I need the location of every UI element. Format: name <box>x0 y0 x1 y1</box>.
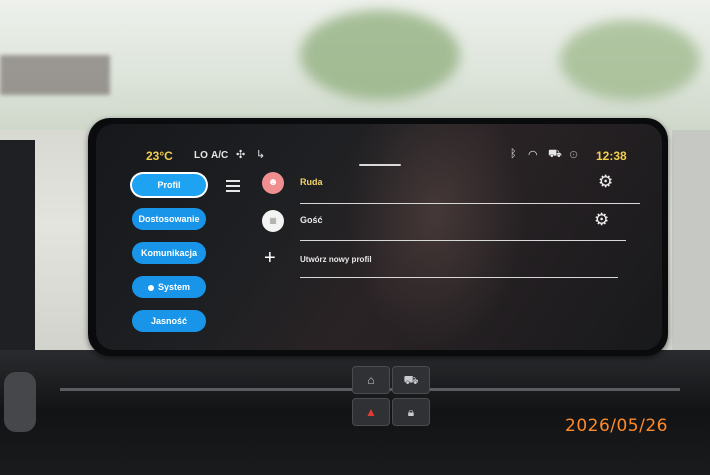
sidebar-item-komunikacja[interactable]: Komunikacja <box>132 242 206 264</box>
background-building <box>0 55 110 95</box>
plus-icon: + <box>264 247 276 269</box>
car-icon[interactable]: ⛟ <box>392 366 430 394</box>
infotainment-screen: 23°C LO A/C ✣ ↳ ᛒ ◠ ⛟ ⊙ 12:38 Profil Dos… <box>96 124 662 350</box>
lock-icon[interactable]: 🔒︎ <box>392 398 430 426</box>
sidebar-item-dostosowanie[interactable]: Dostosowanie <box>132 208 206 230</box>
settings-sidebar: Profil Dostosowanie Komunikacja System J… <box>132 168 212 350</box>
fan-mode-label[interactable]: LO <box>194 150 208 161</box>
profile-name: Ruda <box>300 177 323 187</box>
background-foliage <box>560 20 700 100</box>
system-indicator-icon <box>147 284 154 291</box>
location-icon: ⊙ <box>569 149 579 161</box>
menu-icon[interactable] <box>226 180 240 195</box>
row-divider <box>300 277 618 278</box>
clock: 12:38 <box>596 149 627 163</box>
wifi-icon: ◠ <box>528 149 538 161</box>
top-handle[interactable] <box>359 164 401 166</box>
profile-name: Gość <box>300 215 323 225</box>
sidebar-item-profil[interactable]: Profil <box>132 174 206 196</box>
console-knob <box>4 372 36 432</box>
hazard-icon[interactable]: ▲ <box>352 398 390 426</box>
airflow-icon[interactable]: ↳ <box>256 148 265 161</box>
dashboard-right-trim <box>672 130 710 370</box>
row-divider <box>300 240 626 241</box>
gear-icon[interactable]: ⚙ <box>594 210 609 230</box>
temperature-readout[interactable]: 23°C <box>146 149 173 163</box>
sidebar-item-jasnosc[interactable]: Jasność <box>132 310 206 332</box>
background-foliage <box>300 10 460 100</box>
home-icon[interactable]: ⌂ <box>352 366 390 394</box>
sidebar-item-system[interactable]: System <box>132 276 206 298</box>
user-avatar-icon: ☻ <box>262 172 284 194</box>
dashboard-left-trim <box>0 140 35 380</box>
car-status-icon: ⛟ <box>548 148 562 160</box>
bluetooth-icon: ᛒ <box>510 148 517 160</box>
guest-avatar-icon: ▦ <box>262 210 284 232</box>
photo-timestamp: 2026/05/26 <box>565 416 668 436</box>
sidebar-item-label: System <box>157 282 191 292</box>
create-profile-label: Utwórz nowy profil <box>300 255 372 264</box>
create-profile-row[interactable]: + Utwórz nowy profil <box>256 248 626 282</box>
profile-row-gosc[interactable]: ▦ Gość ⚙ <box>256 210 626 244</box>
fan-icon[interactable]: ✣ <box>236 148 245 161</box>
ac-label[interactable]: A/C <box>211 150 228 161</box>
status-bar: 23°C LO A/C ✣ ↳ ᛒ ◠ ⛟ ⊙ 12:38 <box>96 124 662 163</box>
profile-row-ruda[interactable]: ☻ Ruda ⚙ <box>256 172 640 206</box>
gear-icon[interactable]: ⚙ <box>598 172 613 192</box>
row-divider <box>300 203 640 204</box>
